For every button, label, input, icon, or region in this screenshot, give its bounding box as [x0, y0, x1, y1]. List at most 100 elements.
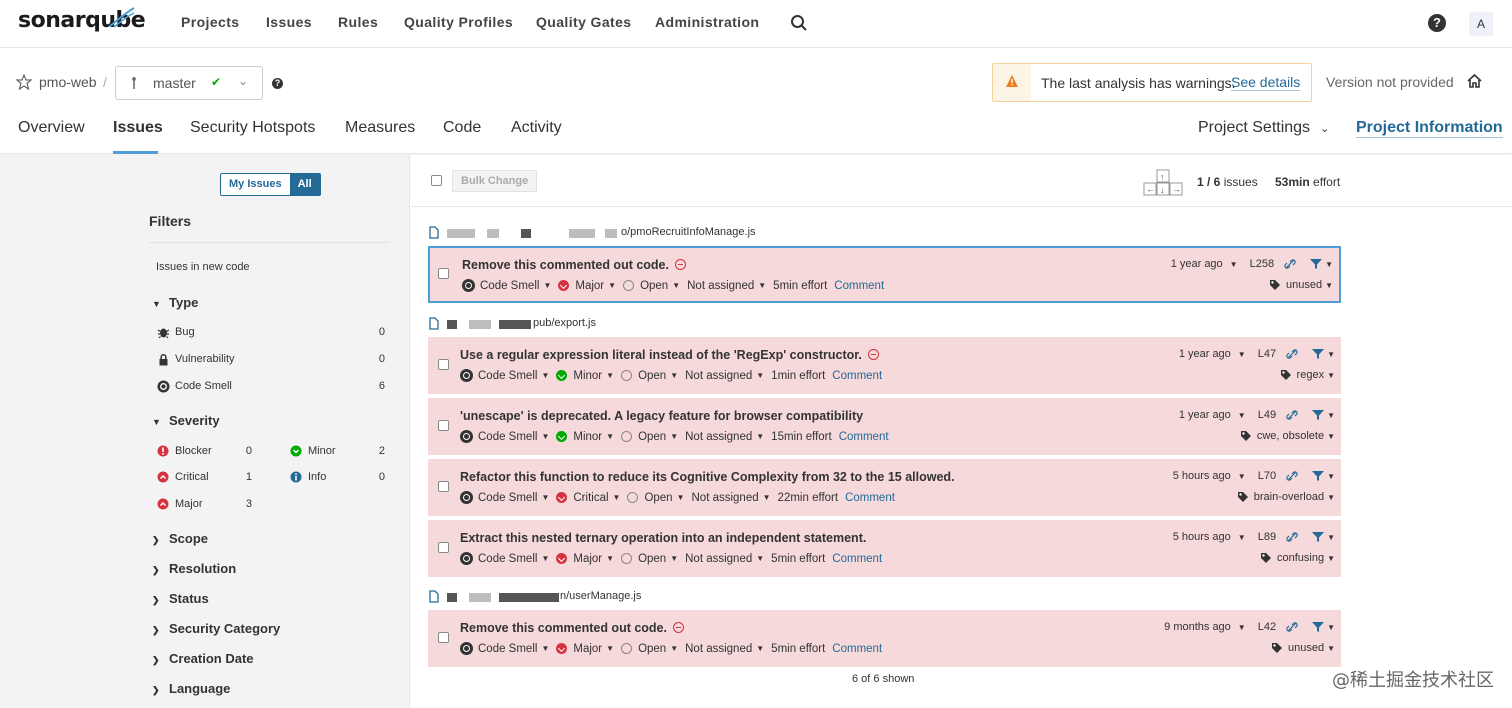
issue-assignee[interactable]: Not assigned ▼ [692, 492, 771, 504]
facet-resolution[interactable]: ❯ Resolution [152, 561, 236, 576]
permalink-icon[interactable] [1286, 470, 1298, 482]
project-information-link[interactable]: Project Information [1356, 119, 1503, 138]
issue-age[interactable]: 5 hours ago [1173, 470, 1231, 482]
tab-code[interactable]: Code [443, 119, 481, 137]
issue-severity[interactable]: Critical ▼ [556, 492, 620, 504]
tab-issues[interactable]: Issues [113, 119, 163, 137]
issue-status[interactable]: Open ▼ [621, 553, 678, 565]
issue-type[interactable]: Code Smell ▼ [462, 279, 551, 292]
issue-assignee[interactable]: Not assigned ▼ [685, 370, 764, 382]
new-code-filter[interactable]: Issues in new code [156, 261, 250, 273]
issue-checkbox[interactable] [438, 359, 449, 370]
issue-message[interactable]: 'unescape' is deprecated. A legacy featu… [460, 409, 863, 423]
permalink-icon[interactable] [1284, 258, 1296, 270]
issue-status[interactable]: Open ▼ [623, 280, 680, 292]
tab-activity[interactable]: Activity [511, 119, 562, 137]
issue-item[interactable]: Remove this commented out code. Code Sme… [428, 610, 1341, 667]
issue-tags[interactable]: unused ▼ [1271, 642, 1335, 654]
issue-severity[interactable]: Minor ▼ [556, 370, 614, 382]
issue-checkbox[interactable] [438, 420, 449, 431]
permalink-icon[interactable] [1286, 531, 1298, 543]
issue-type[interactable]: Code Smell ▼ [460, 369, 549, 382]
issue-tags[interactable]: cwe, obsolete ▼ [1240, 430, 1335, 442]
nav-administration[interactable]: Administration [655, 14, 759, 30]
issue-assignee[interactable]: Not assigned ▼ [685, 431, 764, 443]
comment-link[interactable]: Comment [832, 370, 882, 382]
filter-icon[interactable] [1312, 621, 1325, 633]
issue-tags[interactable]: confusing ▼ [1260, 552, 1335, 564]
file-header[interactable]: n/userManage.js [429, 590, 829, 604]
filter-icon[interactable] [1312, 470, 1325, 482]
nav-rules[interactable]: Rules [338, 14, 378, 30]
my-issues-button[interactable]: My Issues [221, 174, 290, 195]
facet-status[interactable]: ❯ Status [152, 591, 209, 606]
issue-line[interactable]: L42 [1258, 621, 1276, 633]
issue-status[interactable]: Open ▼ [621, 370, 678, 382]
file-header[interactable]: pub/export.js [429, 317, 829, 331]
issue-checkbox[interactable] [438, 481, 449, 492]
issue-tags[interactable]: brain-overload ▼ [1237, 491, 1335, 503]
issue-status[interactable]: Open ▼ [621, 431, 678, 443]
file-header[interactable]: o/pmoRecruitInfoManage.js [429, 226, 829, 240]
issue-item[interactable]: Extract this nested ternary operation in… [428, 520, 1341, 577]
project-settings-menu[interactable]: Project Settings ⌄ [1198, 119, 1329, 137]
issue-severity[interactable]: Minor ▼ [556, 431, 614, 443]
issue-message[interactable]: Refactor this function to reduce its Cog… [460, 470, 955, 484]
issue-checkbox[interactable] [438, 542, 449, 553]
issue-age[interactable]: 1 year ago [1179, 348, 1231, 360]
tab-security-hotspots[interactable]: Security Hotspots [190, 119, 315, 137]
comment-link[interactable]: Comment [839, 431, 889, 443]
facet-scope[interactable]: ❯ Scope [152, 531, 208, 546]
issue-type[interactable]: Code Smell ▼ [460, 642, 549, 655]
issue-type[interactable]: Code Smell ▼ [460, 430, 549, 443]
all-issues-button[interactable]: All [289, 174, 320, 195]
issue-severity[interactable]: Major ▼ [556, 553, 614, 565]
see-details-link[interactable]: See details [1231, 74, 1301, 91]
issue-assignee[interactable]: Not assigned ▼ [685, 643, 764, 655]
comment-link[interactable]: Comment [834, 280, 884, 292]
project-name[interactable]: pmo-web [39, 74, 97, 90]
search-icon[interactable] [790, 14, 808, 32]
issue-age[interactable]: 5 hours ago [1173, 531, 1231, 543]
select-all-checkbox[interactable] [431, 175, 442, 186]
issue-tags[interactable]: regex ▼ [1280, 369, 1335, 381]
facet-type[interactable]: ▼ Type [152, 295, 198, 310]
issue-checkbox[interactable] [438, 632, 449, 643]
comment-link[interactable]: Comment [845, 492, 895, 504]
facet-creation-date[interactable]: ❯ Creation Date [152, 651, 254, 666]
issue-line[interactable]: L47 [1258, 348, 1276, 360]
issue-severity[interactable]: Major ▼ [558, 280, 616, 292]
filter-icon[interactable] [1310, 258, 1323, 270]
facet-language[interactable]: ❯ Language [152, 681, 230, 696]
issue-item[interactable]: Remove this commented out code. Code Sme… [428, 246, 1341, 303]
issue-type[interactable]: Code Smell ▼ [460, 552, 549, 565]
permalink-icon[interactable] [1286, 348, 1298, 360]
issue-message[interactable]: Extract this nested ternary operation in… [460, 531, 866, 545]
issue-message[interactable]: Remove this commented out code. [460, 621, 684, 635]
filter-icon[interactable] [1312, 409, 1325, 421]
facet-severity[interactable]: ▼ Severity [152, 413, 220, 428]
issue-item[interactable]: Refactor this function to reduce its Cog… [428, 459, 1341, 516]
filter-icon[interactable] [1312, 348, 1325, 360]
issue-severity[interactable]: Major ▼ [556, 643, 614, 655]
issue-line[interactable]: L49 [1258, 409, 1276, 421]
issue-age[interactable]: 1 year ago [1171, 258, 1223, 270]
filter-icon[interactable] [1312, 531, 1325, 543]
nav-issues[interactable]: Issues [266, 14, 312, 30]
issue-assignee[interactable]: Not assigned ▼ [685, 553, 764, 565]
issue-message[interactable]: Remove this commented out code. [462, 258, 686, 272]
issue-line[interactable]: L89 [1258, 531, 1276, 543]
issue-message[interactable]: Use a regular expression literal instead… [460, 348, 879, 362]
nav-quality-gates[interactable]: Quality Gates [536, 14, 631, 30]
issue-line[interactable]: L258 [1250, 258, 1274, 270]
branch-help-icon[interactable]: ? [272, 78, 283, 89]
issue-item[interactable]: Use a regular expression literal instead… [428, 337, 1341, 394]
comment-link[interactable]: Comment [832, 553, 882, 565]
avatar[interactable]: A [1469, 12, 1493, 36]
home-icon[interactable] [1466, 73, 1483, 89]
comment-link[interactable]: Comment [832, 643, 882, 655]
issue-status[interactable]: Open ▼ [627, 492, 685, 504]
branch-selector[interactable]: master ✔ ⌄ [115, 66, 263, 100]
issue-status[interactable]: Open ▼ [621, 643, 678, 655]
issue-assignee[interactable]: Not assigned ▼ [687, 280, 766, 292]
